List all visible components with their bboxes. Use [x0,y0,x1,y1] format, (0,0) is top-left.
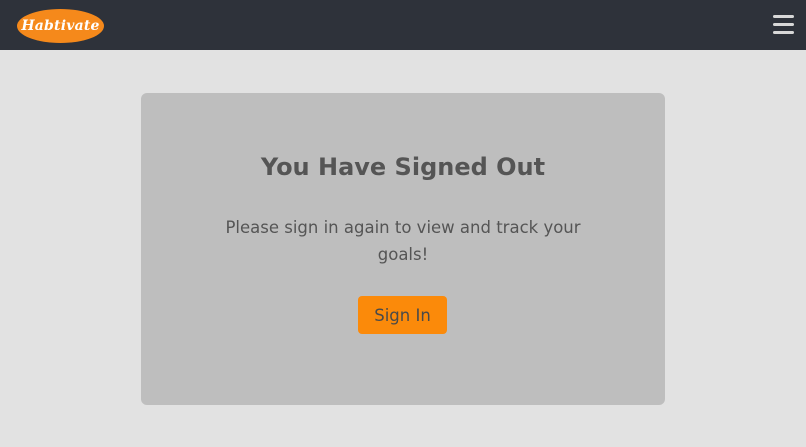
menu-bar-bottom [773,31,794,34]
habtivate-logo[interactable]: Habtivate [17,9,104,43]
menu-bar-top [773,15,794,18]
logo-text: Habtivate [21,18,100,34]
menu-bar-middle [773,23,794,26]
hamburger-menu-icon[interactable] [773,14,794,35]
page-title: You Have Signed Out [260,153,546,181]
signed-out-message: Please sign in again to view and track y… [225,218,581,264]
sign-in-button[interactable]: Sign In [358,296,447,334]
top-navbar: Habtivate [0,0,806,50]
